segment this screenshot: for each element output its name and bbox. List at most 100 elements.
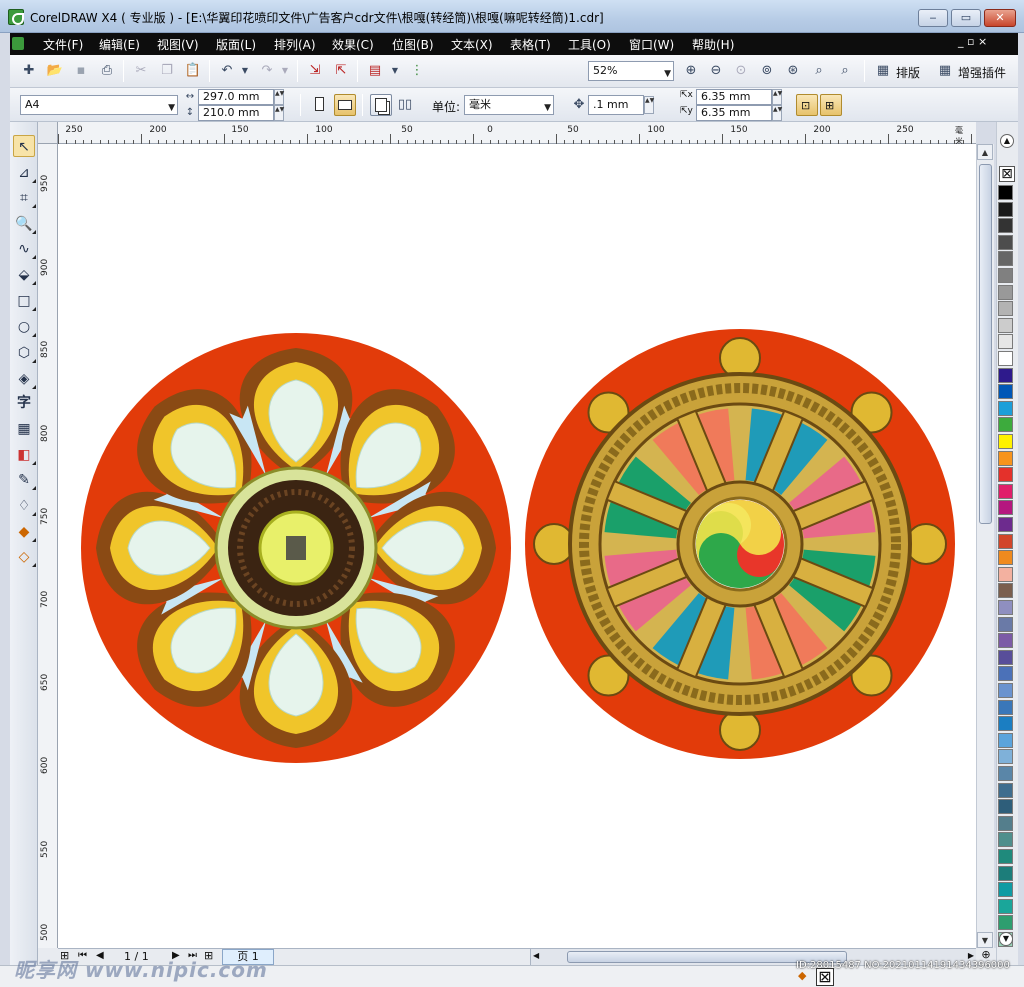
color-swatch[interactable]: [998, 782, 1013, 798]
basic-shapes-tool-icon[interactable]: ◈: [13, 368, 36, 390]
plugin-button[interactable]: 增强插件: [958, 64, 1006, 81]
color-swatch[interactable]: [998, 434, 1013, 449]
palette-scroll-down-icon[interactable]: ▼: [999, 932, 1013, 946]
duplicate-x-input[interactable]: 6.35 mm: [696, 89, 772, 105]
close-button[interactable]: ✕: [984, 9, 1016, 27]
menu-edit[interactable]: 编辑(E): [99, 36, 140, 53]
print-icon[interactable]: ⎙: [98, 62, 116, 80]
scroll-up-icon[interactable]: ▲: [977, 144, 993, 160]
layout-icon[interactable]: ▦: [874, 62, 892, 80]
scroll-down-icon[interactable]: ▼: [977, 932, 993, 948]
vertical-scrollbar[interactable]: ▲ ▼: [976, 144, 994, 948]
menu-bitmaps[interactable]: 位图(B): [392, 36, 434, 53]
color-swatch[interactable]: [998, 849, 1013, 864]
color-swatch[interactable]: [998, 268, 1013, 283]
ellipse-tool-icon[interactable]: ○: [13, 316, 36, 338]
color-swatch[interactable]: [998, 201, 1013, 217]
duplicate-y-input[interactable]: 6.35 mm: [696, 105, 772, 121]
zoom-page-icon[interactable]: ⊛: [784, 62, 802, 80]
duplicate-x-spinner[interactable]: ▲▼: [772, 89, 782, 105]
freehand-tool-icon[interactable]: ∿: [13, 238, 36, 260]
color-swatch[interactable]: [998, 483, 1013, 499]
color-swatch[interactable]: [998, 666, 1013, 682]
page-width-input[interactable]: 297.0 mm: [198, 89, 274, 105]
import-icon[interactable]: ⇲: [306, 62, 324, 80]
color-swatch[interactable]: [998, 384, 1013, 400]
color-swatch[interactable]: [998, 417, 1013, 433]
scroll-left-icon[interactable]: ◀: [533, 951, 539, 960]
color-swatch[interactable]: [998, 533, 1013, 549]
color-swatch[interactable]: [998, 649, 1013, 665]
nudge-input[interactable]: .1 mm: [588, 95, 644, 115]
drawing-canvas[interactable]: [58, 144, 976, 948]
paste-icon[interactable]: 📋: [184, 62, 202, 80]
color-swatch[interactable]: [998, 616, 1013, 632]
menu-effects[interactable]: 效果(C): [332, 36, 374, 53]
color-swatch[interactable]: [998, 732, 1013, 748]
page-height-spinner[interactable]: ▲▼: [274, 105, 284, 121]
rectangle-tool-icon[interactable]: □: [13, 290, 36, 312]
plugin-icon[interactable]: ▦: [936, 62, 954, 80]
document-window-controls[interactable]: _ ▫ ×: [958, 35, 987, 48]
color-swatch[interactable]: [998, 832, 1013, 848]
color-swatch[interactable]: [998, 683, 1013, 698]
menu-tools[interactable]: 工具(O): [568, 36, 611, 53]
copy-icon[interactable]: ❐: [158, 62, 176, 80]
zoom-selected-icon[interactable]: ⊙: [732, 62, 750, 80]
color-swatch[interactable]: [998, 234, 1013, 250]
color-swatch[interactable]: [998, 185, 1013, 200]
color-swatch[interactable]: [998, 251, 1013, 267]
color-swatch[interactable]: [998, 334, 1013, 350]
color-swatch[interactable]: [998, 550, 1013, 566]
color-swatch[interactable]: [998, 699, 1013, 715]
undo-icon[interactable]: ↶: [218, 62, 236, 80]
color-swatch[interactable]: [998, 566, 1013, 582]
units-select[interactable]: 毫米 ▼: [464, 95, 554, 115]
outline-tool-icon[interactable]: ♢: [13, 495, 36, 517]
layout-button[interactable]: 排版: [896, 64, 920, 81]
scroll-right-icon[interactable]: ▶: [968, 951, 974, 960]
fill-tool-icon[interactable]: ◆: [13, 521, 36, 543]
color-swatch[interactable]: [998, 367, 1013, 383]
color-swatch[interactable]: [998, 898, 1013, 914]
vertical-ruler[interactable]: 950 900 850 800 750 700 650 600 550 500: [38, 144, 58, 948]
vertical-scroll-thumb[interactable]: [979, 164, 992, 524]
color-swatch[interactable]: [998, 882, 1013, 898]
cut-icon[interactable]: ✂: [132, 62, 150, 80]
menu-table[interactable]: 表格(T): [510, 36, 551, 53]
landscape-button[interactable]: [334, 94, 356, 116]
redo-icon[interactable]: ↷: [258, 62, 276, 80]
snap-objects-button[interactable]: ⊡: [796, 94, 818, 116]
color-swatch[interactable]: [998, 815, 1013, 831]
menu-layout[interactable]: 版面(L): [216, 36, 256, 53]
save-icon[interactable]: ▪: [72, 62, 90, 80]
color-swatch[interactable]: [998, 317, 1013, 333]
export-icon[interactable]: ⇱: [332, 62, 350, 80]
eyedropper-tool-icon[interactable]: ✎: [13, 469, 36, 491]
interactive-blend-tool-icon[interactable]: ◧: [13, 444, 36, 466]
undo-dropdown-icon[interactable]: ▼: [236, 62, 254, 80]
zoom-level-select[interactable]: 52% ▼: [588, 61, 674, 81]
zoom-tool-icon[interactable]: 🔍: [13, 213, 36, 235]
page-height-input[interactable]: 210.0 mm: [198, 105, 274, 121]
color-swatch[interactable]: [998, 799, 1013, 815]
zoom-in-icon[interactable]: ⊕: [682, 62, 700, 80]
color-swatch[interactable]: [998, 301, 1013, 317]
minimize-button[interactable]: ‒: [918, 9, 948, 27]
publish-icon[interactable]: ▤: [366, 62, 384, 80]
page-size-select[interactable]: A4 ▼: [20, 95, 178, 115]
color-swatch[interactable]: [998, 467, 1013, 483]
color-swatch[interactable]: [998, 351, 1013, 366]
text-tool-icon[interactable]: 字: [13, 392, 35, 414]
redo-dropdown-icon[interactable]: ▼: [276, 62, 294, 80]
lotus-ornament[interactable]: [80, 332, 512, 764]
color-swatch[interactable]: [998, 600, 1013, 615]
duplicate-y-spinner[interactable]: ▲▼: [772, 105, 782, 121]
zoom-out-icon[interactable]: ⊖: [707, 62, 725, 80]
new-icon[interactable]: ✚: [20, 62, 38, 80]
color-swatch[interactable]: [998, 517, 1013, 532]
shape-tool-icon[interactable]: ⊿: [13, 162, 36, 184]
color-swatch[interactable]: [998, 749, 1013, 765]
menu-text[interactable]: 文本(X): [451, 36, 493, 53]
menu-window[interactable]: 窗口(W): [629, 36, 674, 53]
